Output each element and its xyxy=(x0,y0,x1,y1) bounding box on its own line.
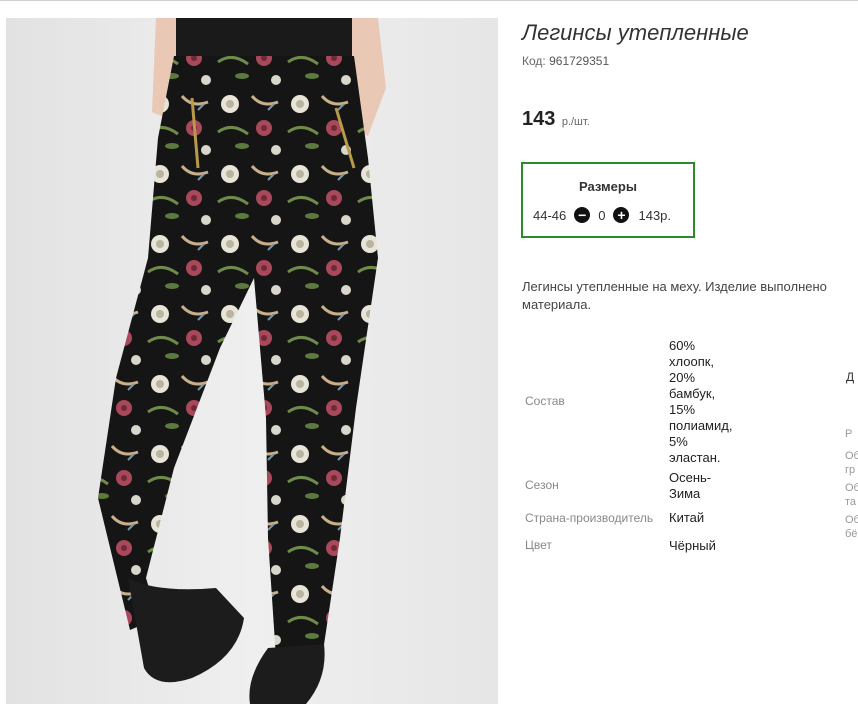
cutoff-text: Р xyxy=(845,428,853,440)
code-value: 961729351 xyxy=(549,54,610,68)
spec-value-line: 5% xyxy=(669,434,688,449)
price-unit: р./шт. xyxy=(561,116,590,128)
spec-value-line: Китай xyxy=(669,510,705,525)
spec-value-line: 60% xyxy=(669,338,696,353)
plus-circle-icon[interactable]: + xyxy=(613,207,630,223)
product-code: Код: 961729351 xyxy=(522,54,609,68)
spec-value-composition: 60% хлоопк, 20% бамбук, 15% полиамид, 5%… xyxy=(669,338,732,466)
spec-value-country: Китай xyxy=(669,510,704,526)
cutoff-text: гр xyxy=(845,464,856,476)
spec-value-line: Чёрный xyxy=(669,538,716,553)
product-title: Легинсы утепленные xyxy=(522,20,749,45)
sizes-header: Размеры xyxy=(579,179,637,194)
cutoff-text: Д xyxy=(846,370,855,384)
spec-label-country: Страна-производитель xyxy=(525,511,654,525)
spec-value-line: эластан. xyxy=(669,450,721,465)
cutoff-text: Об xyxy=(845,450,858,462)
size-row: 44-46 − 0 + 143р. xyxy=(533,206,671,224)
product-photo[interactable] xyxy=(6,18,498,704)
spec-value-color: Чёрный xyxy=(669,538,716,554)
spec-label-color: Цвет xyxy=(525,538,552,552)
top-divider xyxy=(0,0,858,1)
spec-value-line: Зима xyxy=(669,486,701,501)
code-label: Код: xyxy=(522,54,546,68)
spec-label-composition: Состав xyxy=(525,394,565,408)
quantity-value[interactable]: 0 xyxy=(598,208,605,223)
product-description: Легинсы утепленные на меху. Изделие выпо… xyxy=(522,278,858,314)
cutoff-text: та xyxy=(845,496,857,508)
spec-value-line: 20% xyxy=(669,370,696,385)
spec-value-season: Осень- Зима xyxy=(669,470,711,502)
cutoff-text: Об xyxy=(845,514,858,526)
spec-value-line: 15% xyxy=(669,402,696,417)
sizes-panel: Размеры 44-46 − 0 + 143р. xyxy=(521,162,695,238)
description-line: Легинсы утепленные на меху. Изделие выпо… xyxy=(522,279,827,294)
cutoff-text: бё xyxy=(845,528,858,540)
spec-value-line: Осень- xyxy=(669,470,712,485)
spec-value-line: бамбук, xyxy=(669,386,716,401)
spec-label-season: Сезон xyxy=(525,478,559,492)
description-line: материала. xyxy=(522,297,592,312)
cutoff-text: Об xyxy=(845,482,858,494)
price-value: 143 xyxy=(522,108,556,130)
spec-value-line: полиамид, xyxy=(669,418,733,433)
size-label: 44-46 xyxy=(533,207,567,223)
minus-circle-icon[interactable]: − xyxy=(574,207,591,223)
size-price: 143р. xyxy=(638,207,672,223)
product-price: 143 р./шт. xyxy=(522,108,590,131)
spec-value-line: хлоопк, xyxy=(669,354,715,369)
